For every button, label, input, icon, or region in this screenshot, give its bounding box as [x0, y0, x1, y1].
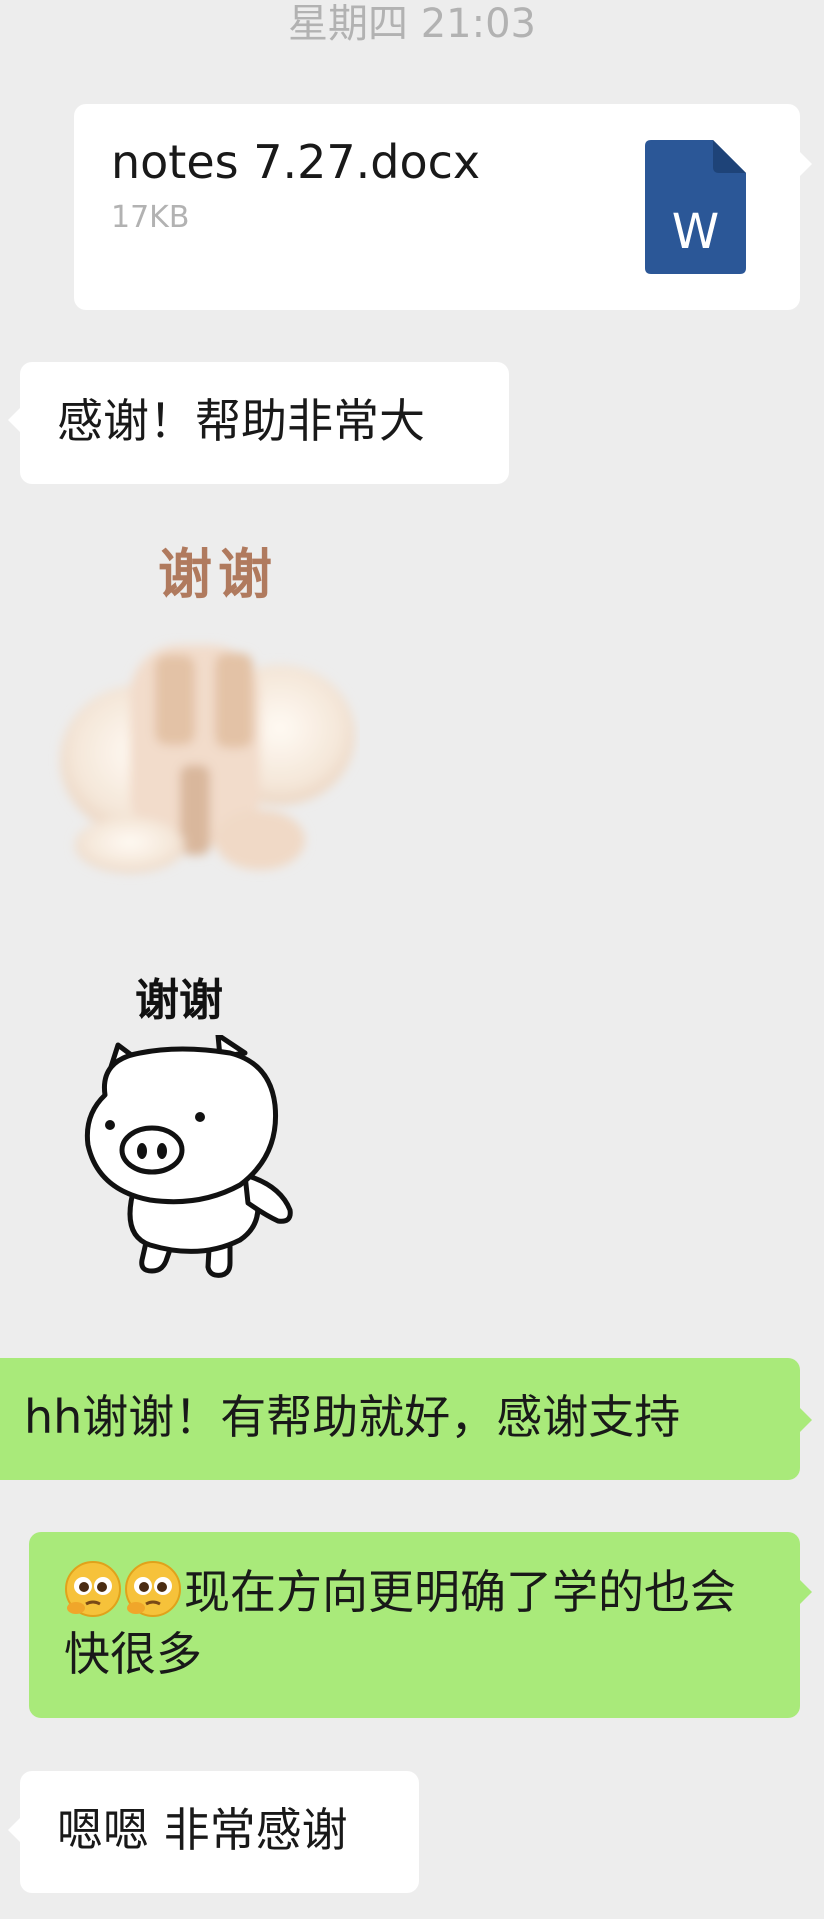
pleading-face-emoji [124, 1560, 182, 1618]
message-text: 嗯嗯 非常感谢 [57, 1803, 348, 1857]
timestamp: 星期四 21:03 [288, 1, 536, 47]
bubble-tail [8, 408, 20, 432]
sticker-label: 谢谢 [135, 975, 223, 1026]
pig-sticker[interactable]: 谢谢 [80, 975, 310, 1295]
incoming-message[interactable]: 感谢！帮助非常大 [20, 362, 509, 484]
word-document-icon: W [645, 140, 746, 274]
outgoing-message[interactable]: 现在方向更明确了学的也会快很多 [29, 1532, 800, 1718]
file-name: notes 7.27.docx [111, 135, 481, 189]
sticker-label: 谢谢 [158, 543, 278, 606]
bubble-tail [800, 1580, 812, 1604]
bubble-tail [800, 152, 812, 176]
hamster-sticker[interactable]: 谢谢 [40, 535, 360, 875]
message-text: 感谢！帮助非常大 [57, 394, 425, 448]
pig-drawing [84, 1035, 293, 1278]
file-size: 17KB [111, 200, 190, 235]
bubble-tail [800, 1408, 812, 1432]
outgoing-message[interactable]: hh谢谢！有帮助就好，感谢支持 [0, 1358, 800, 1480]
incoming-message[interactable]: 嗯嗯 非常感谢 [20, 1771, 419, 1893]
hamster-drawing [60, 645, 355, 873]
message-text: hh谢谢！有帮助就好，感谢支持 [24, 1390, 681, 1444]
bubble-tail [8, 1818, 20, 1842]
word-icon-letter: W [671, 204, 720, 260]
file-message[interactable]: notes 7.27.docx 17KB W [74, 104, 800, 310]
pleading-face-emoji [64, 1560, 122, 1618]
